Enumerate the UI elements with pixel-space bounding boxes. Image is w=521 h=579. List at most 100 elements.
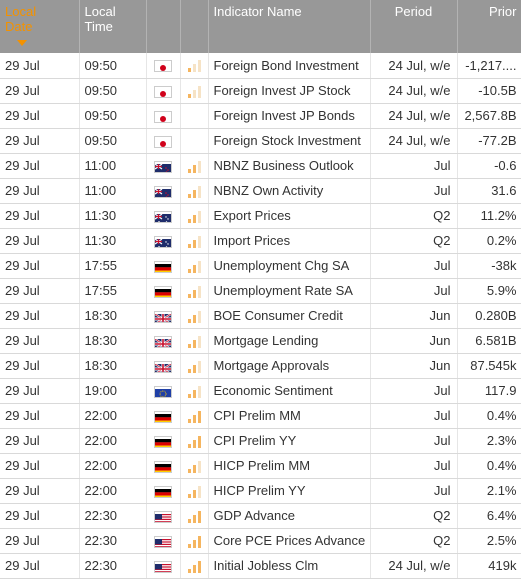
date-cell: 29 Jul: [0, 528, 80, 554]
importance-bars-icon: [187, 185, 201, 198]
uk-flag-icon: [154, 310, 172, 323]
indicator-name-cell[interactable]: Mortgage Approvals: [208, 353, 371, 379]
date-cell: 29 Jul: [0, 128, 80, 154]
column-header-indicator[interactable]: Indicator Name: [208, 0, 371, 53]
table-row[interactable]: 29 Jul 11:00 NBNZ Own Activity Jul 31.6: [0, 178, 521, 204]
prior-cell: 117.9: [457, 378, 521, 404]
prior-cell: 31.6: [457, 178, 521, 204]
indicator-name-cell[interactable]: Core PCE Prices Advance: [208, 528, 371, 554]
table-row[interactable]: 29 Jul 09:50 Foreign Bond Investment 24 Jul…: [0, 53, 521, 79]
prior-cell: 0.4%: [457, 453, 521, 479]
time-cell: 22:30: [79, 553, 147, 579]
column-header-flag: [146, 0, 181, 53]
germany-flag-icon: [154, 485, 172, 498]
importance-cell: [180, 228, 209, 254]
indicator-name-cell[interactable]: Foreign Stock Investment: [208, 128, 371, 154]
time-cell: 17:55: [79, 278, 147, 304]
table-row[interactable]: 29 Jul 09:50 Foreign Stock Investment 24 Ju…: [0, 128, 521, 154]
germany-flag-icon: [154, 460, 172, 473]
time-cell: 09:50: [79, 103, 147, 129]
time-cell: 17:55: [79, 253, 147, 279]
indicator-name-cell[interactable]: BOE Consumer Credit: [208, 303, 371, 329]
table-row[interactable]: 29 Jul 17:55 Unemployment Rate SA Jul 5.9%: [0, 278, 521, 304]
flag-cell: [146, 203, 181, 229]
importance-bars-icon: [187, 60, 201, 73]
table-row[interactable]: 29 Jul 11:30 Import Prices Q2 0.2%: [0, 228, 521, 254]
indicator-name-cell[interactable]: Foreign Invest JP Stock: [208, 78, 371, 104]
table-row[interactable]: 29 Jul 11:30 Export Prices Q2 11.2%: [0, 203, 521, 229]
prior-cell: -38k: [457, 253, 521, 279]
indicator-name-cell[interactable]: HICP Prelim MM: [208, 453, 371, 479]
indicator-name-cell[interactable]: NBNZ Business Outlook: [208, 153, 371, 179]
flag-cell: [146, 178, 181, 204]
indicator-name-cell[interactable]: NBNZ Own Activity: [208, 178, 371, 204]
importance-bars-icon: [187, 310, 201, 323]
indicator-name-cell[interactable]: Initial Jobless Clm: [208, 553, 371, 579]
table-row[interactable]: 29 Jul 22:30 Core PCE Prices Advance Q2 2.5%: [0, 528, 521, 554]
flag-cell: [146, 378, 181, 404]
indicator-name-cell[interactable]: CPI Prelim YY: [208, 428, 371, 454]
indicator-name-cell[interactable]: Import Prices: [208, 228, 371, 254]
date-cell: 29 Jul: [0, 553, 80, 579]
indicator-name-cell[interactable]: CPI Prelim MM: [208, 403, 371, 429]
period-cell: 24 Jul, w/e: [370, 128, 458, 154]
importance-cell: [180, 303, 209, 329]
importance-cell: [180, 428, 209, 454]
indicator-name-cell[interactable]: Economic Sentiment: [208, 378, 371, 404]
table-row[interactable]: 29 Jul 09:50 Foreign Invest JP Stock 24 Jul…: [0, 78, 521, 104]
table-row[interactable]: 29 Jul 09:50 Foreign Invest JP Bonds 24 Jul…: [0, 103, 521, 129]
date-cell: 29 Jul: [0, 178, 80, 204]
column-header-local-date[interactable]: Local Date: [0, 0, 80, 53]
period-cell: Jul: [370, 403, 458, 429]
column-header-period[interactable]: Period: [370, 0, 458, 53]
time-cell: 09:50: [79, 78, 147, 104]
column-header-local-time[interactable]: Local Time: [79, 0, 147, 53]
period-cell: 24 Jul, w/e: [370, 53, 458, 79]
date-cell: 29 Jul: [0, 428, 80, 454]
flag-cell: [146, 228, 181, 254]
table-row[interactable]: 29 Jul 18:30 Mortgage Lending Jun 6.581B: [0, 328, 521, 354]
table-row[interactable]: 29 Jul 22:00 CPI Prelim MM Jul 0.4%: [0, 403, 521, 429]
period-cell: Jul: [370, 378, 458, 404]
table-row[interactable]: 29 Jul 22:30 Initial Jobless Clm 24 Jul, w/…: [0, 553, 521, 579]
table-row[interactable]: 29 Jul 22:00 CPI Prelim YY Jul 2.3%: [0, 428, 521, 454]
japan-flag-icon: [154, 60, 172, 73]
time-cell: 11:30: [79, 203, 147, 229]
time-cell: 11:30: [79, 228, 147, 254]
table-row[interactable]: 29 Jul 22:00 HICP Prelim YY Jul 2.1%: [0, 478, 521, 504]
date-cell: 29 Jul: [0, 253, 80, 279]
date-cell: 29 Jul: [0, 378, 80, 404]
column-header-importance: [180, 0, 209, 53]
local-date-header-label: Local Date: [5, 4, 37, 34]
table-row[interactable]: 29 Jul 19:00 Economic Sentiment Jul 117.9: [0, 378, 521, 404]
date-cell: 29 Jul: [0, 103, 80, 129]
prior-cell: -0.6: [457, 153, 521, 179]
importance-cell: [180, 378, 209, 404]
prior-cell: -1,217....: [457, 53, 521, 79]
time-cell: 18:30: [79, 353, 147, 379]
importance-cell: [180, 78, 209, 104]
importance-cell: [180, 328, 209, 354]
indicator-name-cell[interactable]: Foreign Invest JP Bonds: [208, 103, 371, 129]
flag-cell: [146, 403, 181, 429]
indicator-name-cell[interactable]: GDP Advance: [208, 503, 371, 529]
flag-cell: [146, 553, 181, 579]
importance-bars-icon: [187, 460, 201, 473]
time-cell: 22:30: [79, 503, 147, 529]
uk-flag-icon: [154, 335, 172, 348]
flag-cell: [146, 278, 181, 304]
table-row[interactable]: 29 Jul 11:00 NBNZ Business Outlook Jul -0.6: [0, 153, 521, 179]
indicator-name-cell[interactable]: Export Prices: [208, 203, 371, 229]
indicator-name-cell[interactable]: Unemployment Rate SA: [208, 278, 371, 304]
indicator-name-cell[interactable]: Mortgage Lending: [208, 328, 371, 354]
indicator-name-cell[interactable]: Foreign Bond Investment: [208, 53, 371, 79]
table-row[interactable]: 29 Jul 22:30 GDP Advance Q2 6.4%: [0, 503, 521, 529]
column-header-prior[interactable]: Prior: [457, 0, 521, 53]
table-row[interactable]: 29 Jul 22:00 HICP Prelim MM Jul 0.4%: [0, 453, 521, 479]
table-row[interactable]: 29 Jul 17:55 Unemployment Chg SA Jul -38k: [0, 253, 521, 279]
indicator-name-cell[interactable]: HICP Prelim YY: [208, 478, 371, 504]
importance-bars-icon: [187, 160, 201, 173]
table-row[interactable]: 29 Jul 18:30 Mortgage Approvals Jun 87.545k: [0, 353, 521, 379]
indicator-name-cell[interactable]: Unemployment Chg SA: [208, 253, 371, 279]
table-row[interactable]: 29 Jul 18:30 BOE Consumer Credit Jun 0.280B: [0, 303, 521, 329]
